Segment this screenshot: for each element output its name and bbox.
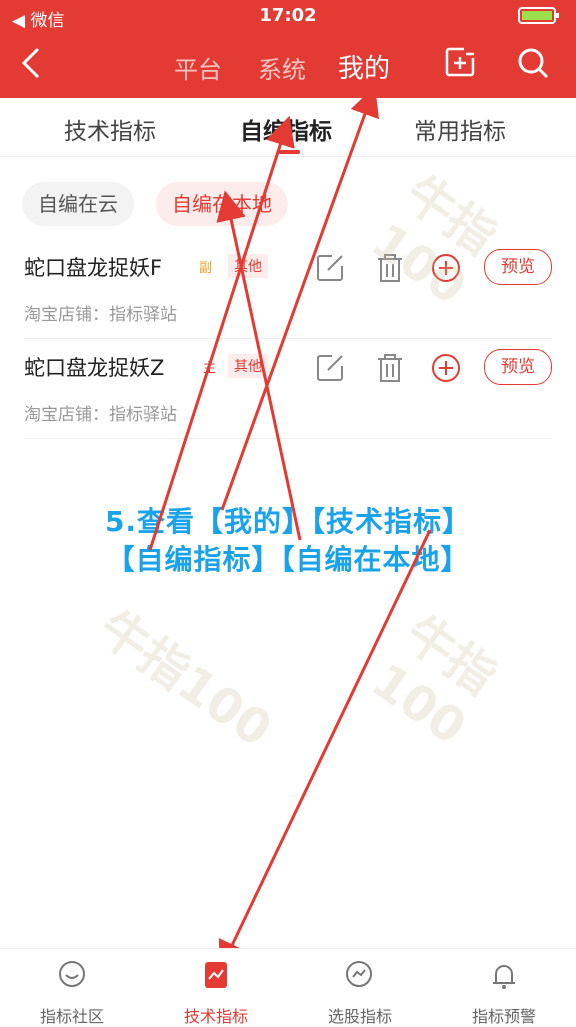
bottom-tab-stock-picking[interactable]: 选股指标 (288, 949, 432, 1026)
bottom-tab-label: 选股指标 (327, 1007, 392, 1026)
bottom-tab-label: 技术指标 (183, 1007, 248, 1026)
chat-icon (59, 961, 85, 987)
chart-search-icon (346, 961, 372, 987)
bell-icon (493, 965, 515, 989)
bottom-tab-alerts[interactable]: 指标预警 (432, 949, 576, 1026)
bottom-tab-label: 指标社区 (39, 1007, 104, 1026)
indicator-doc-icon (205, 962, 227, 988)
bottom-tab-technical[interactable]: 技术指标 (144, 949, 288, 1026)
annotation-arrows (148, 85, 432, 972)
bottom-nav: 指标社区 技术指标 选股指标 指标预警 (0, 948, 576, 1026)
bottom-tab-label: 指标预警 (471, 1007, 536, 1026)
bottom-tab-community[interactable]: 指标社区 (0, 949, 144, 1026)
